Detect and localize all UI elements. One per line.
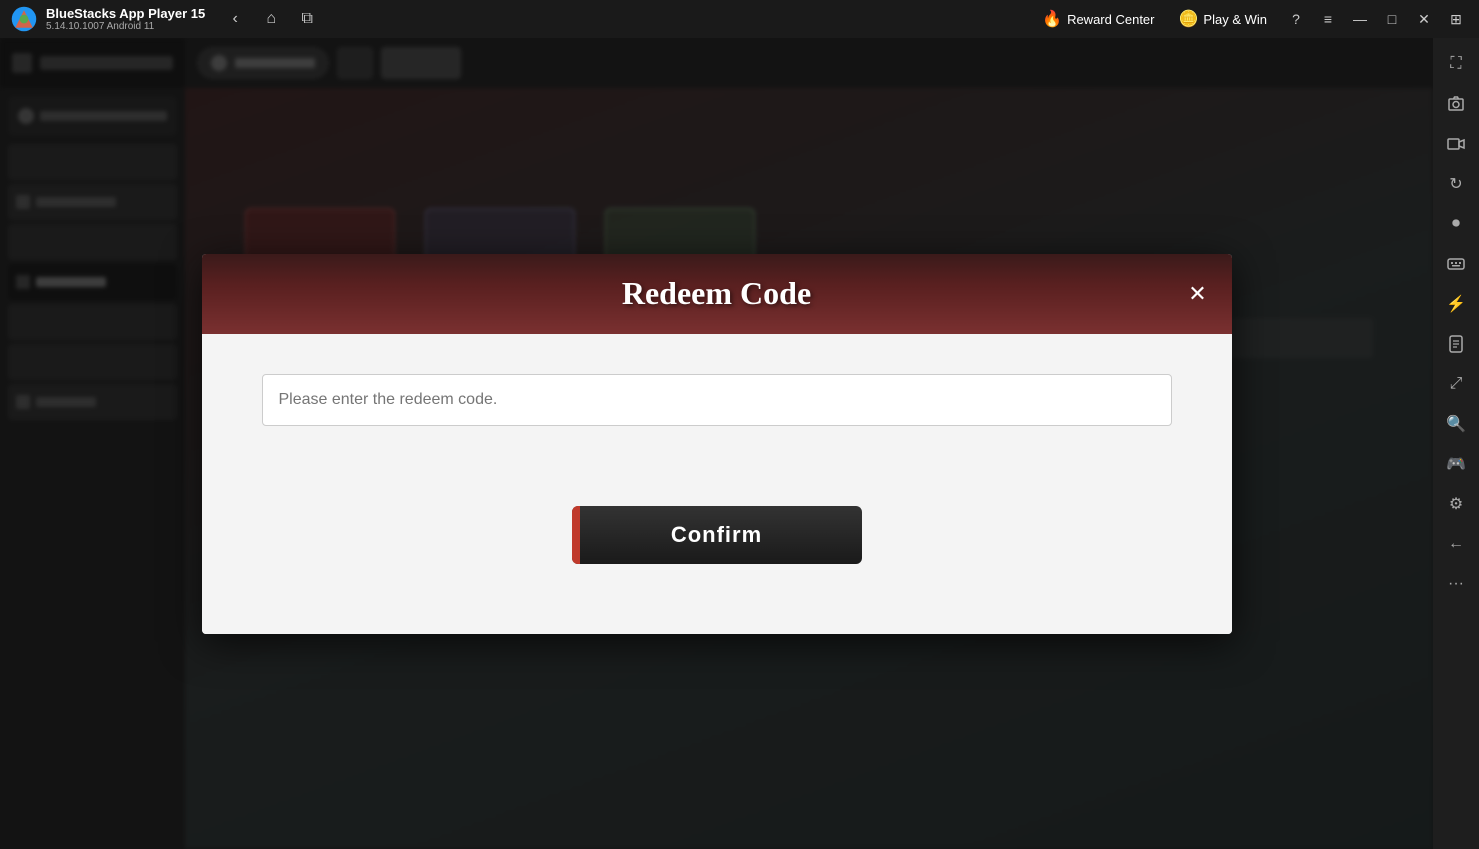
confirm-button[interactable]: Confirm: [572, 506, 862, 564]
app-info: BlueStacks App Player 15 5.14.10.1007 An…: [46, 6, 205, 33]
gamepad-icon[interactable]: 🎮: [1438, 446, 1474, 482]
redeem-code-input[interactable]: [262, 374, 1172, 426]
reward-center-button[interactable]: 🔥 Reward Center: [1032, 5, 1164, 33]
modal-overlay: Redeem Code ✕ Confirm: [0, 38, 1433, 849]
play-and-win-button[interactable]: 🪙 Play & Win: [1169, 5, 1278, 33]
restore-button[interactable]: ⊞: [1441, 4, 1471, 34]
scale-icon[interactable]: ⤢: [1438, 366, 1474, 402]
video-icon[interactable]: [1438, 126, 1474, 162]
confirm-button-accent: [572, 506, 580, 564]
play-win-label: Play & Win: [1203, 12, 1267, 27]
expand-icon[interactable]: ⛶: [1438, 46, 1474, 82]
maximize-button[interactable]: □: [1377, 4, 1407, 34]
back-button[interactable]: ‹: [221, 5, 249, 33]
help-button[interactable]: ?: [1281, 4, 1311, 34]
flame-icon: 🔥: [1042, 9, 1062, 29]
app-name: BlueStacks App Player 15: [46, 6, 205, 22]
rotate-icon[interactable]: ↻: [1438, 166, 1474, 202]
record-icon[interactable]: ⏺: [1438, 206, 1474, 242]
zoom-icon[interactable]: 🔍: [1438, 406, 1474, 442]
right-sidebar: ⛶ ↻ ⏺ ⚡ ⤢ 🔍 🎮 ⚙ ←: [1433, 38, 1479, 849]
nav-buttons: ‹ ⌂ ⧉: [221, 5, 321, 33]
redeem-code-modal: Redeem Code ✕ Confirm: [202, 254, 1232, 634]
more-options-icon[interactable]: ···: [1438, 566, 1474, 602]
tabs-button[interactable]: ⧉: [293, 5, 321, 33]
macro-icon[interactable]: ⚡: [1438, 286, 1474, 322]
home-button[interactable]: ⌂: [257, 5, 285, 33]
title-bar: BlueStacks App Player 15 5.14.10.1007 An…: [0, 0, 1479, 38]
menu-button[interactable]: ≡: [1313, 4, 1343, 34]
screenshot-icon[interactable]: [1438, 86, 1474, 122]
modal-header: Redeem Code ✕: [202, 254, 1232, 334]
confirm-button-label: Confirm: [671, 522, 762, 547]
script-icon[interactable]: [1438, 326, 1474, 362]
app-version: 5.14.10.1007 Android 11: [46, 21, 205, 32]
close-button[interactable]: ✕: [1409, 4, 1439, 34]
coin-icon: 🪙: [1179, 9, 1199, 29]
window-actions: ? ≡ — □ ✕ ⊞: [1281, 4, 1471, 34]
modal-body: Confirm: [202, 334, 1232, 634]
minimize-button[interactable]: —: [1345, 4, 1375, 34]
keymap-icon[interactable]: [1438, 246, 1474, 282]
modal-title: Redeem Code: [622, 275, 811, 312]
app-logo: [6, 1, 42, 37]
reward-center-label: Reward Center: [1067, 12, 1154, 27]
modal-close-button[interactable]: ✕: [1180, 276, 1216, 312]
title-bar-right: 🔥 Reward Center 🪙 Play & Win ? ≡ — □ ✕ ⊞: [1032, 4, 1471, 34]
collapse-icon[interactable]: ←: [1438, 526, 1474, 562]
settings-icon[interactable]: ⚙: [1438, 486, 1474, 522]
